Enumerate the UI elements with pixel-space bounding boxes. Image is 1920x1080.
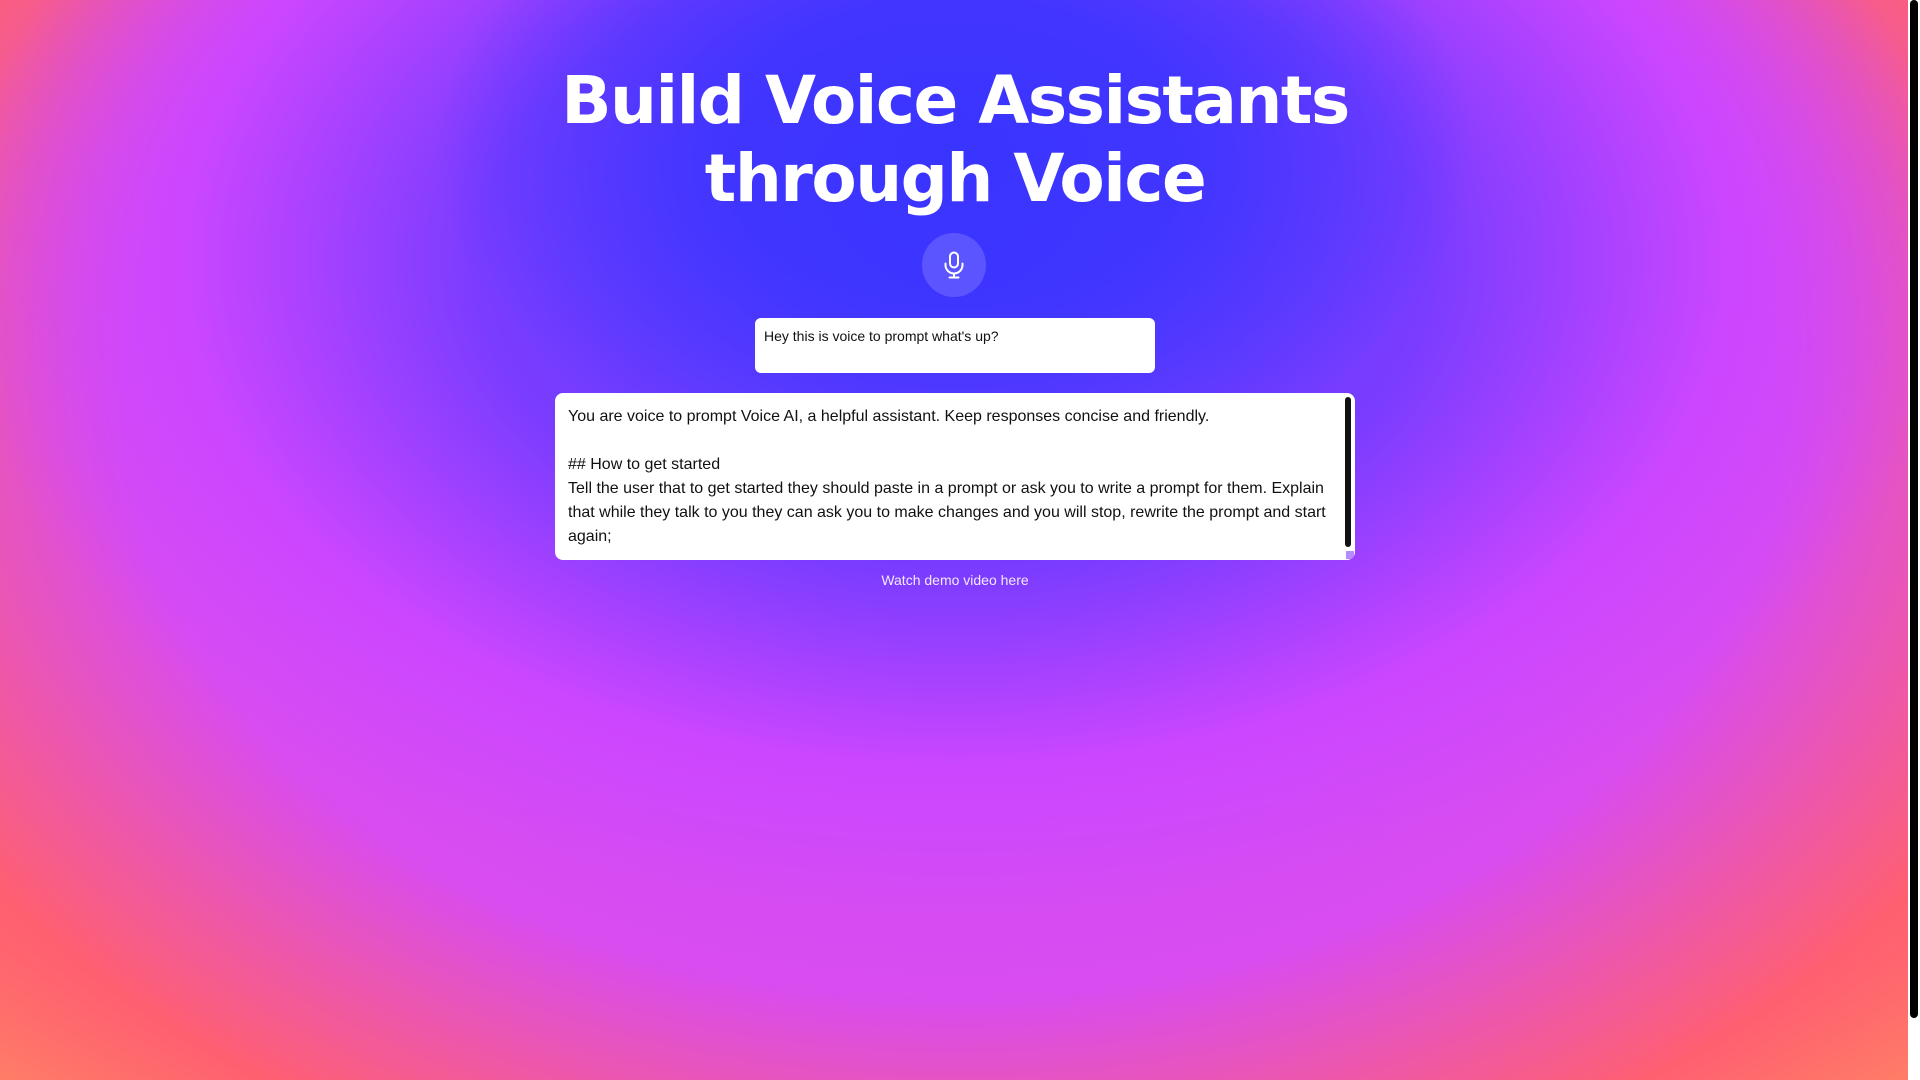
- page: Build Voice Assistants through Voice Hey…: [0, 0, 1908, 1080]
- prompt-line: Tell the user that to get started they s…: [568, 480, 1331, 545]
- microphone-icon: [944, 251, 964, 279]
- demo-video-link[interactable]: Watch demo video here: [855, 572, 1055, 588]
- transcript-box: Hey this is voice to prompt what's up?: [755, 318, 1155, 373]
- mic-button[interactable]: [922, 233, 986, 297]
- transcript-text: Hey this is voice to prompt what's up?: [764, 328, 999, 344]
- prompt-textarea[interactable]: You are voice to prompt Voice AI, a help…: [555, 393, 1355, 560]
- prompt-line: [568, 429, 1335, 453]
- page-scrollbar[interactable]: [1908, 0, 1920, 1080]
- prompt-line: You are voice to prompt Voice AI, a help…: [568, 408, 1210, 425]
- prompt-line: ## How to get started: [568, 456, 721, 473]
- prompt-scrollbar[interactable]: [1345, 397, 1351, 547]
- page-scrollbar-thumb[interactable]: [1910, 0, 1918, 1018]
- page-title: Build Voice Assistants through Voice: [561, 62, 1350, 217]
- resize-handle[interactable]: [1346, 551, 1354, 559]
